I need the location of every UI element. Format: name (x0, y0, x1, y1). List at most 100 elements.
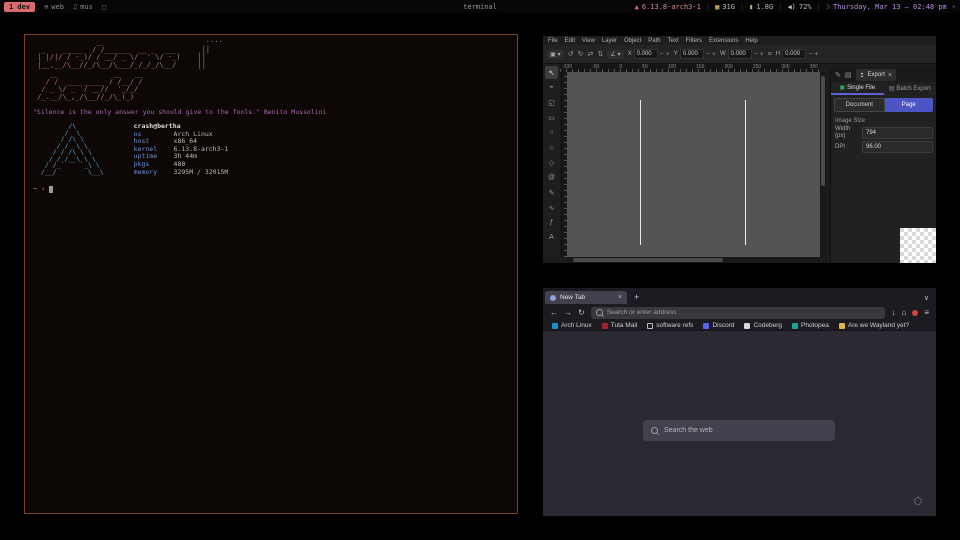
web-search-box[interactable]: Search the web (643, 420, 835, 441)
chevron-down-icon: ▾ (618, 51, 621, 58)
list-all-tabs-icon[interactable]: ∨ (924, 294, 929, 302)
selector-tool[interactable]: ↖ (545, 66, 558, 79)
y-label: Y (674, 51, 678, 57)
bookmark-are-we-wayland-yet[interactable]: Are we Wayland yet? (839, 322, 909, 329)
bookmark-tuta-mail[interactable]: Tuta Mail (602, 322, 638, 329)
flip-horizontal-button[interactable]: ⇄ (587, 50, 593, 58)
fill-stroke-dialog-icon[interactable]: ✎ (835, 71, 841, 79)
canvas-horizontal-scrollbar[interactable] (567, 257, 820, 263)
bookmark-codeberg[interactable]: Codeberg (744, 322, 782, 329)
text-tool[interactable]: A (545, 231, 558, 244)
tab-close-icon[interactable]: × (618, 294, 622, 301)
single-file-label: Single File (847, 85, 875, 91)
menu-filters[interactable]: Filters (686, 38, 702, 44)
canvas-vertical-scrollbar[interactable] (820, 72, 826, 257)
calligraphy-tool[interactable]: ƒ (545, 216, 558, 229)
shape-builder-tool[interactable]: ◱ (545, 96, 558, 109)
w-minus-button[interactable]: − (754, 51, 758, 58)
h-minus-button[interactable]: − (808, 51, 812, 58)
w-input[interactable]: 0.000 (728, 49, 752, 59)
rectangle-tool[interactable]: ▭ (545, 111, 558, 124)
menu-help[interactable]: Help (745, 38, 757, 44)
export-dialog-tab[interactable]: ↥ Export × (856, 69, 896, 81)
h-input[interactable]: 0.000 (782, 49, 806, 59)
node-tool[interactable]: ⌖ (545, 81, 558, 94)
tab-new-tab[interactable]: New Tab × (545, 291, 627, 304)
arch-icon: ▲ (635, 3, 639, 11)
terminal-window[interactable]: __ ···· _ _____ / /______ __ _ ___ ││ | … (24, 34, 518, 514)
clock-module[interactable]: ☽ Thursday, Mar 13 — 02:48 pm (826, 3, 947, 11)
dpi-row: DPI 96.00 (835, 141, 933, 153)
browser-nav-bar: ← → ↻ Search or enter address ↓ ⌂ ≡ (543, 304, 936, 321)
drawn-vertical-line[interactable] (640, 100, 641, 245)
pen-tool[interactable]: ∿ (545, 201, 558, 214)
width-input[interactable]: 794 (862, 127, 933, 139)
pencil-tool[interactable]: ✎ (545, 186, 558, 199)
menu-file[interactable]: File (548, 38, 558, 44)
bookmark-arch-linux[interactable]: Arch Linux (552, 322, 592, 329)
single-file-icon: ▣ (839, 84, 845, 91)
menu-object[interactable]: Object (624, 38, 641, 44)
workspace-1-dev[interactable]: 1 dev (4, 2, 35, 12)
reload-button[interactable]: ↻ (578, 308, 585, 317)
menu-text[interactable]: Text (668, 38, 679, 44)
spiral-tool[interactable]: @ (545, 171, 558, 184)
lock-ratio-icon[interactable]: ¤ (768, 51, 772, 58)
back-button[interactable]: ← (550, 308, 558, 317)
x-plus-button[interactable]: + (666, 51, 670, 58)
menu-layer[interactable]: Layer (602, 38, 617, 44)
menu-edit[interactable]: Edit (565, 38, 575, 44)
extension-icon[interactable] (912, 310, 918, 316)
tray-expand-icon[interactable]: + (952, 3, 956, 11)
downloads-icon[interactable]: ↓ (891, 308, 895, 317)
menu-view[interactable]: View (582, 38, 595, 44)
y-minus-button[interactable]: − (706, 51, 710, 58)
h-plus-button[interactable]: + (814, 51, 818, 58)
browser-window[interactable]: New Tab × + ∨ ← → ↻ Search or enter addr… (543, 288, 936, 516)
workspace-4[interactable]: □ (102, 3, 106, 11)
bookmark-photopea[interactable]: Photopea (792, 322, 829, 329)
box3d-tool[interactable]: ◇ (545, 156, 558, 169)
home-icon[interactable]: ⌂ (901, 308, 906, 317)
menu-extensions[interactable]: Extensions (709, 38, 738, 44)
y-plus-button[interactable]: + (712, 51, 716, 58)
rotate-cw-button[interactable]: ↻ (578, 50, 584, 58)
new-tab-button[interactable]: + (634, 292, 639, 302)
inkscape-canvas[interactable] (567, 72, 820, 257)
bookmark-discord[interactable]: Discord (703, 322, 734, 329)
x-input[interactable]: 0.000 (634, 49, 658, 59)
snap-dropdown[interactable]: ∠ ▾ (607, 50, 623, 59)
w-plus-button[interactable]: + (760, 51, 764, 58)
document-button[interactable]: Document (834, 98, 885, 112)
workspace-2-web[interactable]: ⊕ web (44, 3, 64, 11)
tab-batch-export[interactable]: ▤ Batch Export (884, 82, 937, 95)
h-field: H 0.000 − + (776, 49, 819, 59)
shell-prompt[interactable]: ~ › (33, 185, 509, 193)
tab-single-file[interactable]: ▣ Single File (831, 82, 884, 95)
drawn-vertical-line[interactable] (745, 100, 746, 245)
url-bar[interactable]: Search or enter address (591, 307, 886, 319)
volume-module[interactable]: ◀) 72% (787, 3, 811, 11)
select-mode-dropdown[interactable]: ▣ ▾ (547, 50, 564, 59)
workspace-3-mus[interactable]: ♫ mus (73, 3, 93, 11)
y-input[interactable]: 0.000 (680, 49, 704, 59)
close-icon[interactable]: × (888, 72, 892, 79)
dpi-input[interactable]: 96.00 (862, 141, 933, 153)
menu-icon[interactable]: ≡ (924, 308, 929, 317)
arch-ascii-logo: /\ / \ / /\ \ / / \ \ / / /\ \ \ / / /__… (41, 123, 104, 176)
page-button[interactable]: Page (885, 98, 934, 112)
bookmark-folder-software-refs[interactable]: software refs (647, 322, 693, 329)
star-tool[interactable]: ☆ (545, 141, 558, 154)
scrollbar-thumb[interactable] (821, 76, 825, 186)
x-minus-button[interactable]: − (660, 51, 664, 58)
inkscape-window[interactable]: File Edit View Layer Object Path Text Fi… (543, 36, 936, 263)
w-label: W (720, 51, 726, 57)
menu-path[interactable]: Path (648, 38, 660, 44)
rotate-ccw-button[interactable]: ↺ (568, 50, 574, 58)
gear-icon[interactable] (914, 497, 922, 505)
flip-vertical-button[interactable]: ⇅ (597, 50, 603, 58)
forward-button[interactable]: → (564, 308, 572, 317)
layers-dialog-icon[interactable]: ▤ (845, 71, 852, 79)
ellipse-tool[interactable]: ○ (545, 126, 558, 139)
scrollbar-thumb[interactable] (573, 258, 723, 262)
